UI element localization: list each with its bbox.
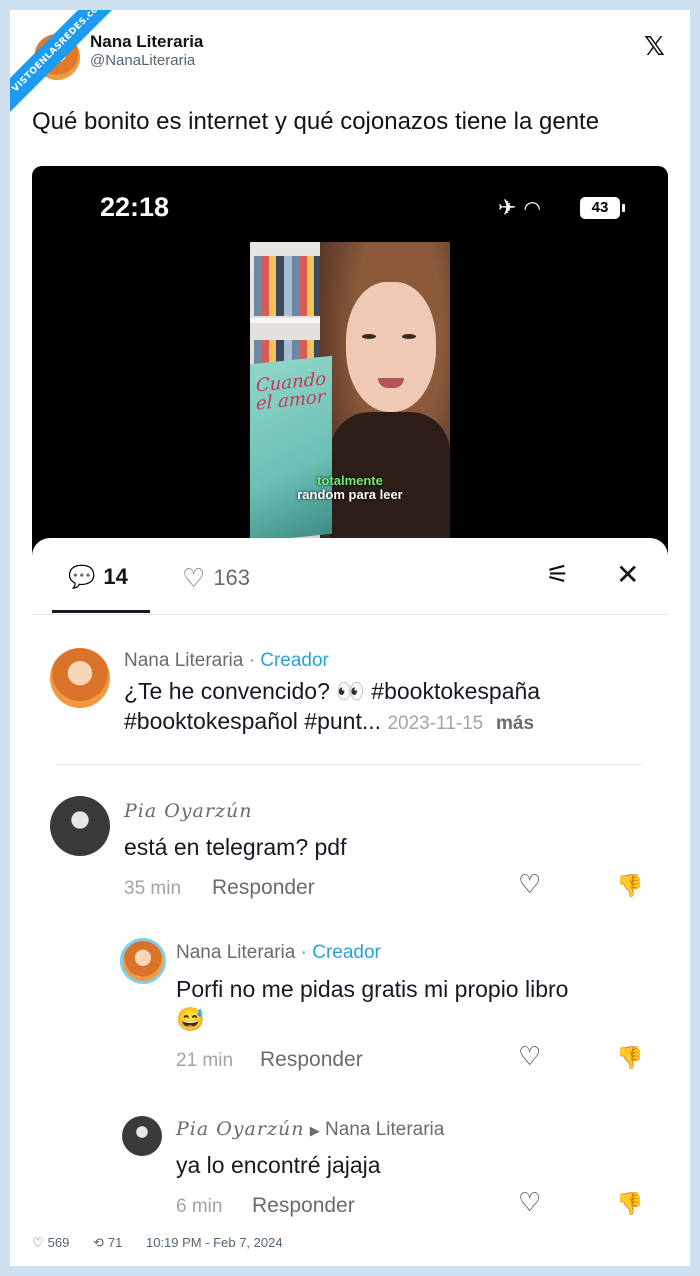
heart-icon: ♡ — [182, 564, 206, 594]
caption-highlight: totalmente — [317, 473, 383, 488]
retweet-stat-count: 71 — [107, 1235, 123, 1250]
battery-icon: 43 — [580, 197, 620, 219]
creator-post-date: 2023-11-15 — [387, 713, 484, 734]
book-title: Cuando el amor — [256, 368, 327, 415]
creator-post-text: ¿Te he convencido? 👀 #booktokespaña #boo… — [124, 676, 540, 739]
commenter-avatar[interactable] — [50, 796, 110, 856]
creator-badge: · Creador — [300, 942, 381, 963]
held-book: Cuando el amor — [250, 355, 332, 538]
video-thumbnail[interactable]: Cuando el amor totalmente random para le… — [250, 242, 450, 538]
creator-name: Nana Literaria — [124, 650, 244, 671]
creator-post-line2-row: #booktokespañol #punt... 2023-11-15 más — [124, 706, 540, 739]
airplane-wifi-icons: ✈ ◠ — [498, 196, 541, 221]
tweet-media[interactable]: 22:18 ✈ ◠ 43 Cuando el amor totalmente r… — [32, 166, 668, 1236]
retweet-icon: ⟲ — [92, 1236, 104, 1251]
reply-author-name: Nana Literaria — [176, 942, 296, 963]
creator-avatar[interactable] — [50, 648, 110, 708]
status-bar-time: 22:18 — [100, 192, 170, 222]
tweet-card: VISTOENLASREDES.com Nana Literaria @Nana… — [10, 10, 690, 1266]
reply-time: 21 min — [176, 1050, 234, 1071]
reply-to-name: Nana Literaria — [325, 1119, 445, 1140]
reply-text: Porfi no me pidas gratis mi propio libro… — [176, 974, 568, 1034]
reply-button[interactable]: Responder — [260, 1048, 363, 1072]
reply-time: 6 min — [176, 1196, 223, 1217]
person-eye — [402, 334, 416, 339]
active-tab-indicator — [52, 610, 150, 613]
thumbs-down-icon[interactable]: 👎 — [616, 1046, 643, 1071]
like-stat[interactable]: ♡ 569 — [32, 1235, 79, 1251]
caption-text: random para leer — [297, 487, 403, 502]
heart-icon[interactable]: ♡ — [518, 870, 541, 900]
creator-post-author[interactable]: Nana Literaria · Creador — [124, 650, 329, 672]
creator-post-line1: ¿Te he convencido? 👀 #booktokespaña — [124, 678, 541, 704]
reply-author-name: Pia Oyarzún — [176, 1118, 305, 1140]
more-link[interactable]: más — [496, 713, 534, 734]
battery-tip — [622, 204, 625, 212]
reply-author[interactable]: Pia Oyarzún ▶ Nana Literaria — [176, 1118, 444, 1141]
heart-icon[interactable]: ♡ — [518, 1188, 541, 1218]
close-icon[interactable]: ✕ — [616, 558, 639, 591]
section-divider — [56, 764, 642, 765]
comments-panel: 💬 14 ♡ 163 ⚟ ✕ Nana Literaria · Creador ¿T… — [32, 538, 668, 1236]
person-eye — [362, 334, 376, 339]
reply-author[interactable]: Nana Literaria · Creador — [176, 942, 381, 964]
x-logo-icon[interactable]: 𝕏 — [644, 32, 665, 62]
tweet-text: Qué bonito es internet y qué cojonazos t… — [32, 108, 600, 135]
like-count: 163 — [213, 565, 251, 590]
reply-avatar[interactable] — [122, 1116, 162, 1156]
tab-likes[interactable]: ♡ 163 — [182, 564, 250, 594]
comment-text: está en telegram? pdf — [124, 834, 347, 860]
heart-icon: ♡ — [32, 1236, 44, 1251]
sliders-icon[interactable]: ⚟ — [546, 560, 569, 590]
reply-button[interactable]: Responder — [252, 1194, 355, 1218]
thumbs-down-icon[interactable]: 👎 — [616, 874, 643, 899]
author-handle[interactable]: @NanaLiteraria — [90, 52, 195, 69]
comment-count: 14 — [103, 564, 128, 589]
author-name[interactable]: Nana Literaria — [90, 32, 203, 52]
reply-text-line2: 😅 — [176, 1006, 205, 1032]
reply-text-line1: Porfi no me pidas gratis mi propio libro — [176, 976, 569, 1002]
creator-badge: · Creador — [248, 650, 329, 671]
reply-button[interactable]: Responder — [212, 876, 315, 900]
video-area[interactable]: 22:18 ✈ ◠ 43 Cuando el amor totalmente r… — [32, 166, 668, 566]
retweet-stat[interactable]: ⟲ 71 — [92, 1235, 132, 1251]
heart-icon[interactable]: ♡ — [518, 1042, 541, 1072]
tab-comments[interactable]: 💬 14 — [68, 564, 128, 590]
reply-arrow-icon: ▶ — [309, 1123, 320, 1138]
comment-time: 35 min — [124, 878, 182, 899]
commenter-name[interactable]: Pia Oyarzún — [124, 800, 252, 823]
tweet-timestamp[interactable]: 10:19 PM - Feb 7, 2024 — [146, 1235, 283, 1250]
comment-bubble-icon: 💬 — [68, 565, 96, 590]
panel-divider — [32, 614, 668, 615]
like-stat-count: 569 — [47, 1235, 70, 1250]
tweet-footer: ♡ 569 ⟲ 71 10:19 PM - Feb 7, 2024 — [32, 1235, 293, 1251]
person-face — [346, 282, 436, 412]
commenter-name-text: Pia Oyarzún — [124, 800, 253, 822]
thumbs-down-icon[interactable]: 👎 — [616, 1192, 643, 1217]
creator-post-line2: #booktokespañol #punt... — [124, 708, 382, 734]
reply-text: ya lo encontré jajaja — [176, 1152, 381, 1178]
video-caption: totalmente random para leer — [250, 474, 450, 502]
reply-avatar[interactable] — [120, 938, 166, 984]
